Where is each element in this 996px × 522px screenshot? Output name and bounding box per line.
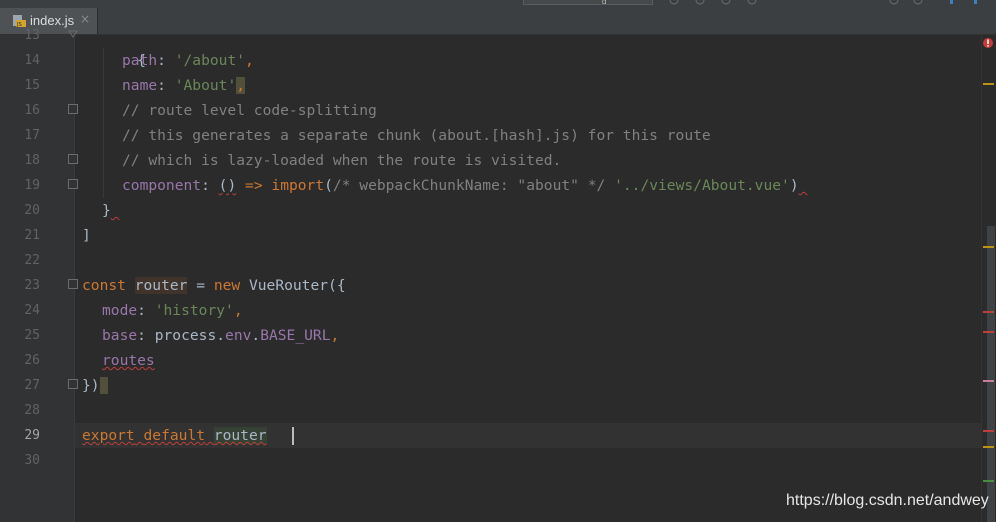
vertical-scrollbar[interactable] [987, 226, 995, 522]
line-number: 13 [24, 28, 40, 43]
code-token: /* webpackChunkName: "about" */ [332, 177, 606, 194]
code-line: // route level code-splitting [122, 102, 377, 119]
error-marker[interactable] [983, 331, 994, 333]
toolbar-stop-icon[interactable] [746, 0, 758, 6]
code-token: new [213, 277, 241, 294]
line-number: 21 [24, 228, 40, 243]
line-number: 24 [24, 303, 40, 318]
line-number-current: 29 [24, 428, 40, 443]
toolbar-project-icon[interactable] [948, 0, 960, 6]
code-token: name [122, 77, 158, 94]
code-token: import [271, 177, 325, 194]
code-token: path [122, 52, 158, 69]
toolbar-settings-icon[interactable] [888, 0, 900, 6]
code-line: base: process.env.BASE_URL, [102, 327, 340, 344]
line-number: 16 [24, 103, 40, 118]
code-token: VueRouter [248, 277, 329, 294]
toolbar-search-icon[interactable] [912, 0, 924, 6]
text-caret [292, 427, 294, 445]
line-number: 17 [24, 128, 40, 143]
error-marker[interactable] [983, 430, 994, 432]
fold-marker-icon[interactable] [68, 179, 78, 189]
line-number: 23 [24, 278, 40, 293]
warning-marker[interactable] [983, 83, 994, 85]
line-number: 25 [24, 328, 40, 343]
line-number: 27 [24, 378, 40, 393]
code-line: // which is lazy-loaded when the route i… [122, 152, 562, 169]
code-line: mode: 'history', [102, 302, 243, 319]
info-marker[interactable] [983, 480, 994, 482]
code-line: }) [82, 373, 988, 398]
code-token: '../views/About.vue' [614, 177, 790, 194]
code-line: routes [102, 348, 996, 373]
code-line: export default router [82, 423, 988, 448]
line-number: 14 [24, 53, 40, 68]
fold-marker-icon[interactable] [68, 104, 78, 114]
code-line: ] [82, 227, 91, 244]
toolbar-coverage-icon[interactable] [720, 0, 732, 6]
code-token: export [82, 427, 135, 444]
code-token: mode [102, 302, 138, 319]
code-line: name: 'About', [122, 77, 246, 94]
code-token: } [102, 202, 111, 219]
fold-marker-icon[interactable] [68, 30, 78, 40]
line-number: 19 [24, 178, 40, 193]
line-number: 26 [24, 353, 40, 368]
toolbar-run-icon[interactable] [668, 0, 680, 6]
fold-marker-icon[interactable] [68, 279, 78, 289]
code-token: component [122, 177, 202, 194]
code-token: => [245, 177, 263, 194]
code-line: component: () => import(/* webpackChunkN… [122, 177, 799, 194]
code-token: 'About' [174, 77, 237, 94]
code-token: base [102, 327, 138, 344]
warning-marker[interactable] [983, 446, 994, 448]
code-token: routes [102, 352, 155, 369]
line-number: 22 [24, 253, 40, 268]
code-token: default [143, 427, 206, 444]
code-token: env [225, 327, 252, 344]
code-token: 'history' [154, 302, 234, 319]
close-tab-icon[interactable]: × [80, 12, 90, 26]
error-indicator-icon[interactable] [982, 37, 994, 49]
code-token: BASE_URL [260, 327, 331, 344]
toolbar-structure-icon[interactable] [972, 0, 984, 6]
code-line: // this generates a separate chunk (abou… [122, 127, 711, 144]
code-token: router [213, 427, 267, 444]
code-line: { [102, 23, 996, 69]
error-marker[interactable] [983, 311, 994, 313]
typo-marker[interactable] [983, 380, 994, 382]
code-line: const router = new VueRouter({ [82, 277, 346, 294]
line-number: 18 [24, 153, 40, 168]
line-number: 30 [24, 453, 40, 468]
line-number: 28 [24, 403, 40, 418]
watermark: https://blog.csdn.net/andwey [786, 492, 989, 509]
code-token: const [82, 277, 126, 294]
warning-marker[interactable] [983, 246, 994, 248]
line-number: 20 [24, 203, 40, 218]
navigate-back-icon[interactable] [504, 0, 514, 2]
code-token: router [134, 277, 188, 294]
code-token: '/about' [174, 52, 246, 69]
fold-marker-icon[interactable] [68, 154, 78, 164]
run-configuration-select[interactable]: g [523, 0, 653, 5]
code-token: }) [82, 377, 100, 394]
toolbar-debug-icon[interactable] [694, 0, 706, 6]
fold-marker-icon[interactable] [68, 379, 78, 389]
code-line: path: '/about', [122, 52, 254, 69]
code-line: } [102, 198, 996, 223]
code-token: process [154, 327, 217, 344]
code-token: () [218, 177, 237, 194]
line-number: 15 [24, 78, 40, 93]
